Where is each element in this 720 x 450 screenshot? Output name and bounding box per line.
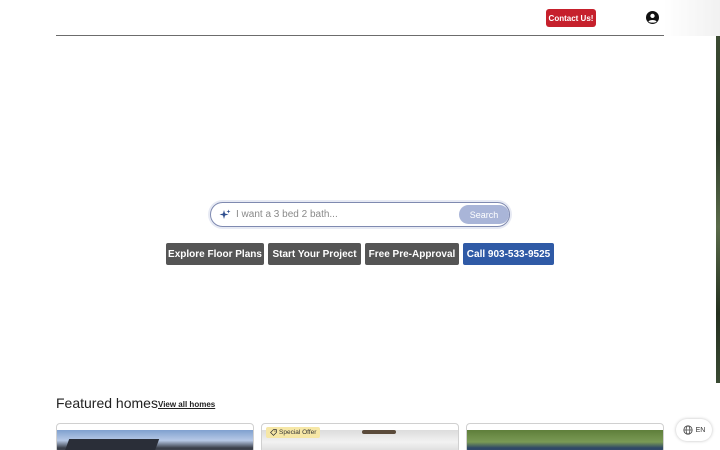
home-photo: [467, 430, 663, 450]
home-card[interactable]: [56, 423, 254, 450]
home-card[interactable]: Special Offer: [261, 423, 459, 450]
explore-floor-plans-button[interactable]: Explore Floor Plans: [166, 243, 264, 265]
site-header: Contact Us!: [0, 0, 720, 36]
search-button[interactable]: Search: [459, 205, 509, 224]
search-input[interactable]: [236, 206, 456, 223]
tag-icon: [270, 429, 277, 436]
start-your-project-button[interactable]: Start Your Project: [268, 243, 361, 265]
globe-icon: [683, 425, 693, 435]
header-divider: [56, 35, 664, 36]
special-offer-badge: Special Offer: [266, 427, 321, 438]
account-circle-icon[interactable]: [646, 11, 659, 24]
home-photo: [57, 430, 253, 450]
sparkle-icon: [219, 209, 231, 219]
call-phone-button[interactable]: Call 903-533-9525: [463, 243, 554, 265]
hero-image-edge: [716, 36, 720, 383]
home-card[interactable]: [466, 423, 664, 450]
home-search-bar[interactable]: Search: [210, 202, 510, 227]
view-all-homes-link[interactable]: View all homes: [158, 400, 215, 409]
contact-us-button[interactable]: Contact Us!: [546, 9, 596, 27]
free-pre-approval-button[interactable]: Free Pre-Approval: [365, 243, 459, 265]
page: Contact Us! Search Explore Floor Plans S…: [0, 0, 720, 450]
badge-label: Special Offer: [279, 429, 317, 436]
featured-homes-heading: Featured homes: [56, 395, 158, 411]
language-label: EN: [695, 426, 706, 434]
language-selector[interactable]: EN: [676, 419, 712, 441]
